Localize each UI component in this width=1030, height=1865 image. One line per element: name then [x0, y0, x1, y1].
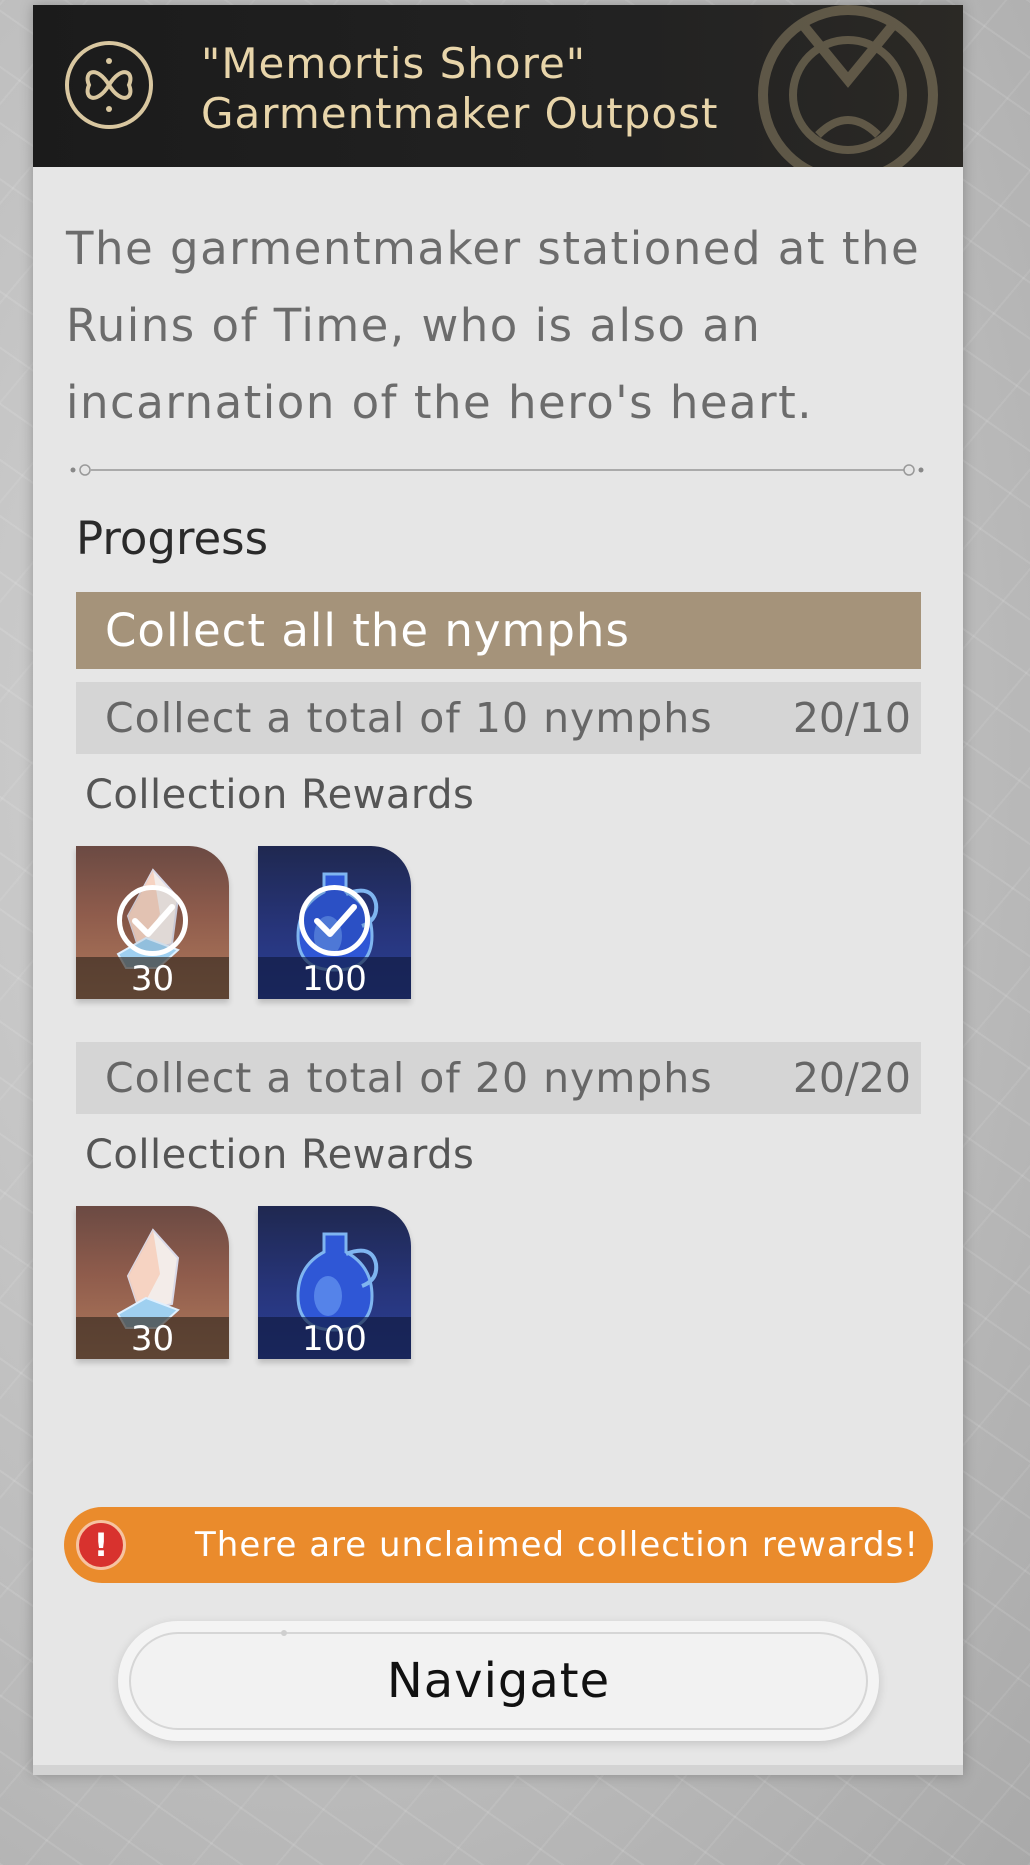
- panel-bottom-edge: [33, 1765, 963, 1775]
- reward-fuel[interactable]: 100: [258, 1206, 411, 1359]
- navigate-label: Navigate: [386, 1653, 611, 1709]
- task-label: Collect a total of 10 nymphs: [105, 694, 713, 742]
- reward-quantity: 100: [258, 1317, 411, 1359]
- location-title-line1: "Memortis Shore": [201, 39, 587, 88]
- reward-stellar-jade[interactable]: 30: [76, 846, 229, 999]
- reward-quantity: 30: [76, 1317, 229, 1359]
- claimed-check-icon: [299, 885, 370, 956]
- panel-header: "Memortis Shore" Garmentmaker Outpost: [33, 5, 963, 167]
- task-row: Collect a total of 10 nymphs 20/10: [76, 682, 921, 754]
- task-row: Collect a total of 20 nymphs 20/20: [76, 1042, 921, 1114]
- location-description: The garmentmaker stationed at the Ruins …: [66, 222, 921, 429]
- task-label: Collect a total of 20 nymphs: [105, 1054, 713, 1102]
- navigate-button[interactable]: Navigate: [129, 1630, 868, 1730]
- unclaimed-rewards-alert[interactable]: ! There are unclaimed collection rewards…: [64, 1507, 933, 1583]
- task-progress-count: 20/20: [792, 1054, 911, 1102]
- reward-quantity: 30: [76, 957, 229, 999]
- reward-fuel[interactable]: 100: [258, 846, 411, 999]
- section-divider: [70, 464, 924, 476]
- task-progress-count: 20/10: [792, 694, 911, 742]
- butterfly-emblem-icon: [65, 41, 153, 129]
- reward-stellar-jade[interactable]: 30: [76, 1206, 229, 1359]
- progress-heading: Progress: [76, 512, 269, 565]
- collection-rewards-label: Collection Rewards: [85, 772, 475, 818]
- reward-quantity: 100: [258, 957, 411, 999]
- decorative-crest-icon: [758, 5, 938, 167]
- location-title: "Memortis Shore" Garmentmaker Outpost: [201, 39, 718, 139]
- location-title-line2: Garmentmaker Outpost: [201, 89, 719, 138]
- navigate-button-frame: Navigate: [118, 1621, 879, 1741]
- button-decor-dot: [281, 1630, 287, 1636]
- alert-text: There are unclaimed collection rewards!: [195, 1525, 919, 1565]
- exclamation-icon: !: [76, 1520, 126, 1570]
- objective-header: Collect all the nymphs: [76, 592, 921, 669]
- claimed-check-icon: [117, 885, 188, 956]
- collection-rewards-label: Collection Rewards: [85, 1132, 475, 1178]
- map-info-panel: "Memortis Shore" Garmentmaker Outpost Th…: [33, 5, 963, 1775]
